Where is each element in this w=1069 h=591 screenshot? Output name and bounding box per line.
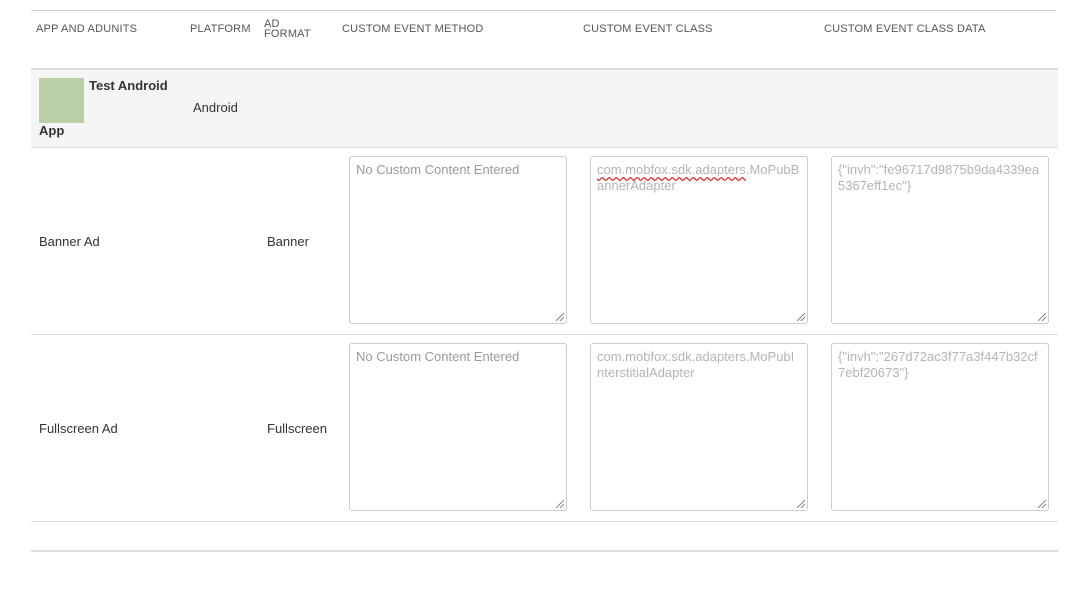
app-name: Test Android [89,78,168,93]
column-header-class: CUSTOM EVENT CLASS [583,23,713,35]
column-header-class-data: CUSTOM EVENT CLASS DATA [824,23,986,35]
class-data-value: {"invh":"fe96717d9875b9da4339ea5367eff1e… [838,162,1040,193]
resize-handle[interactable] [797,313,805,321]
table-row: Banner Ad Banner No Custom Content Enter… [31,148,1058,335]
method-placeholder: No Custom Content Entered [356,162,520,177]
class-data-value: {"invh":"267d72ac3f77a3f447b32cf7ebf2067… [838,349,1038,380]
custom-event-class-textarea[interactable]: com.mobfox.sdk.adapters.MoPubInterstitia… [590,343,808,511]
app-row: Test Android App Android [31,70,1058,148]
resize-handle[interactable] [797,500,805,508]
adunit-name: Banner Ad [39,234,100,249]
custom-event-method-textarea[interactable]: No Custom Content Entered [349,343,567,511]
custom-event-class-data-textarea[interactable]: {"invh":"267d72ac3f77a3f447b32cf7ebf2067… [831,343,1049,511]
table-bottom-border [31,550,1058,552]
table-top-border [31,10,1056,11]
app-icon [39,78,84,123]
app-name-continued: App [39,123,65,138]
custom-event-class-textarea[interactable]: com.mobfox.sdk.adapters.MoPubBannerAdapt… [590,156,808,324]
column-header-platform: PLATFORM [190,23,251,35]
adunit-name: Fullscreen Ad [39,421,118,436]
column-header-format-line2: FORMAT [264,28,311,40]
resize-handle[interactable] [1038,500,1046,508]
column-header-method: CUSTOM EVENT METHOD [342,23,484,35]
resize-handle[interactable] [1038,313,1046,321]
adunit-format: Banner [267,234,309,249]
class-prefix: com.mobfox.sdk.adapters [597,349,746,364]
resize-handle[interactable] [556,313,564,321]
adunit-format: Fullscreen [267,421,327,436]
table-row: Fullscreen Ad Fullscreen No Custom Conte… [31,335,1058,522]
app-platform: Android [193,100,238,115]
resize-handle[interactable] [556,500,564,508]
custom-event-class-data-textarea[interactable]: {"invh":"fe96717d9875b9da4339ea5367eff1e… [831,156,1049,324]
method-placeholder: No Custom Content Entered [356,349,520,364]
column-header-app: APP AND ADUNITS [36,23,138,35]
custom-event-method-textarea[interactable]: No Custom Content Entered [349,156,567,324]
class-prefix: com.mobfox.sdk.adapters [597,162,746,177]
